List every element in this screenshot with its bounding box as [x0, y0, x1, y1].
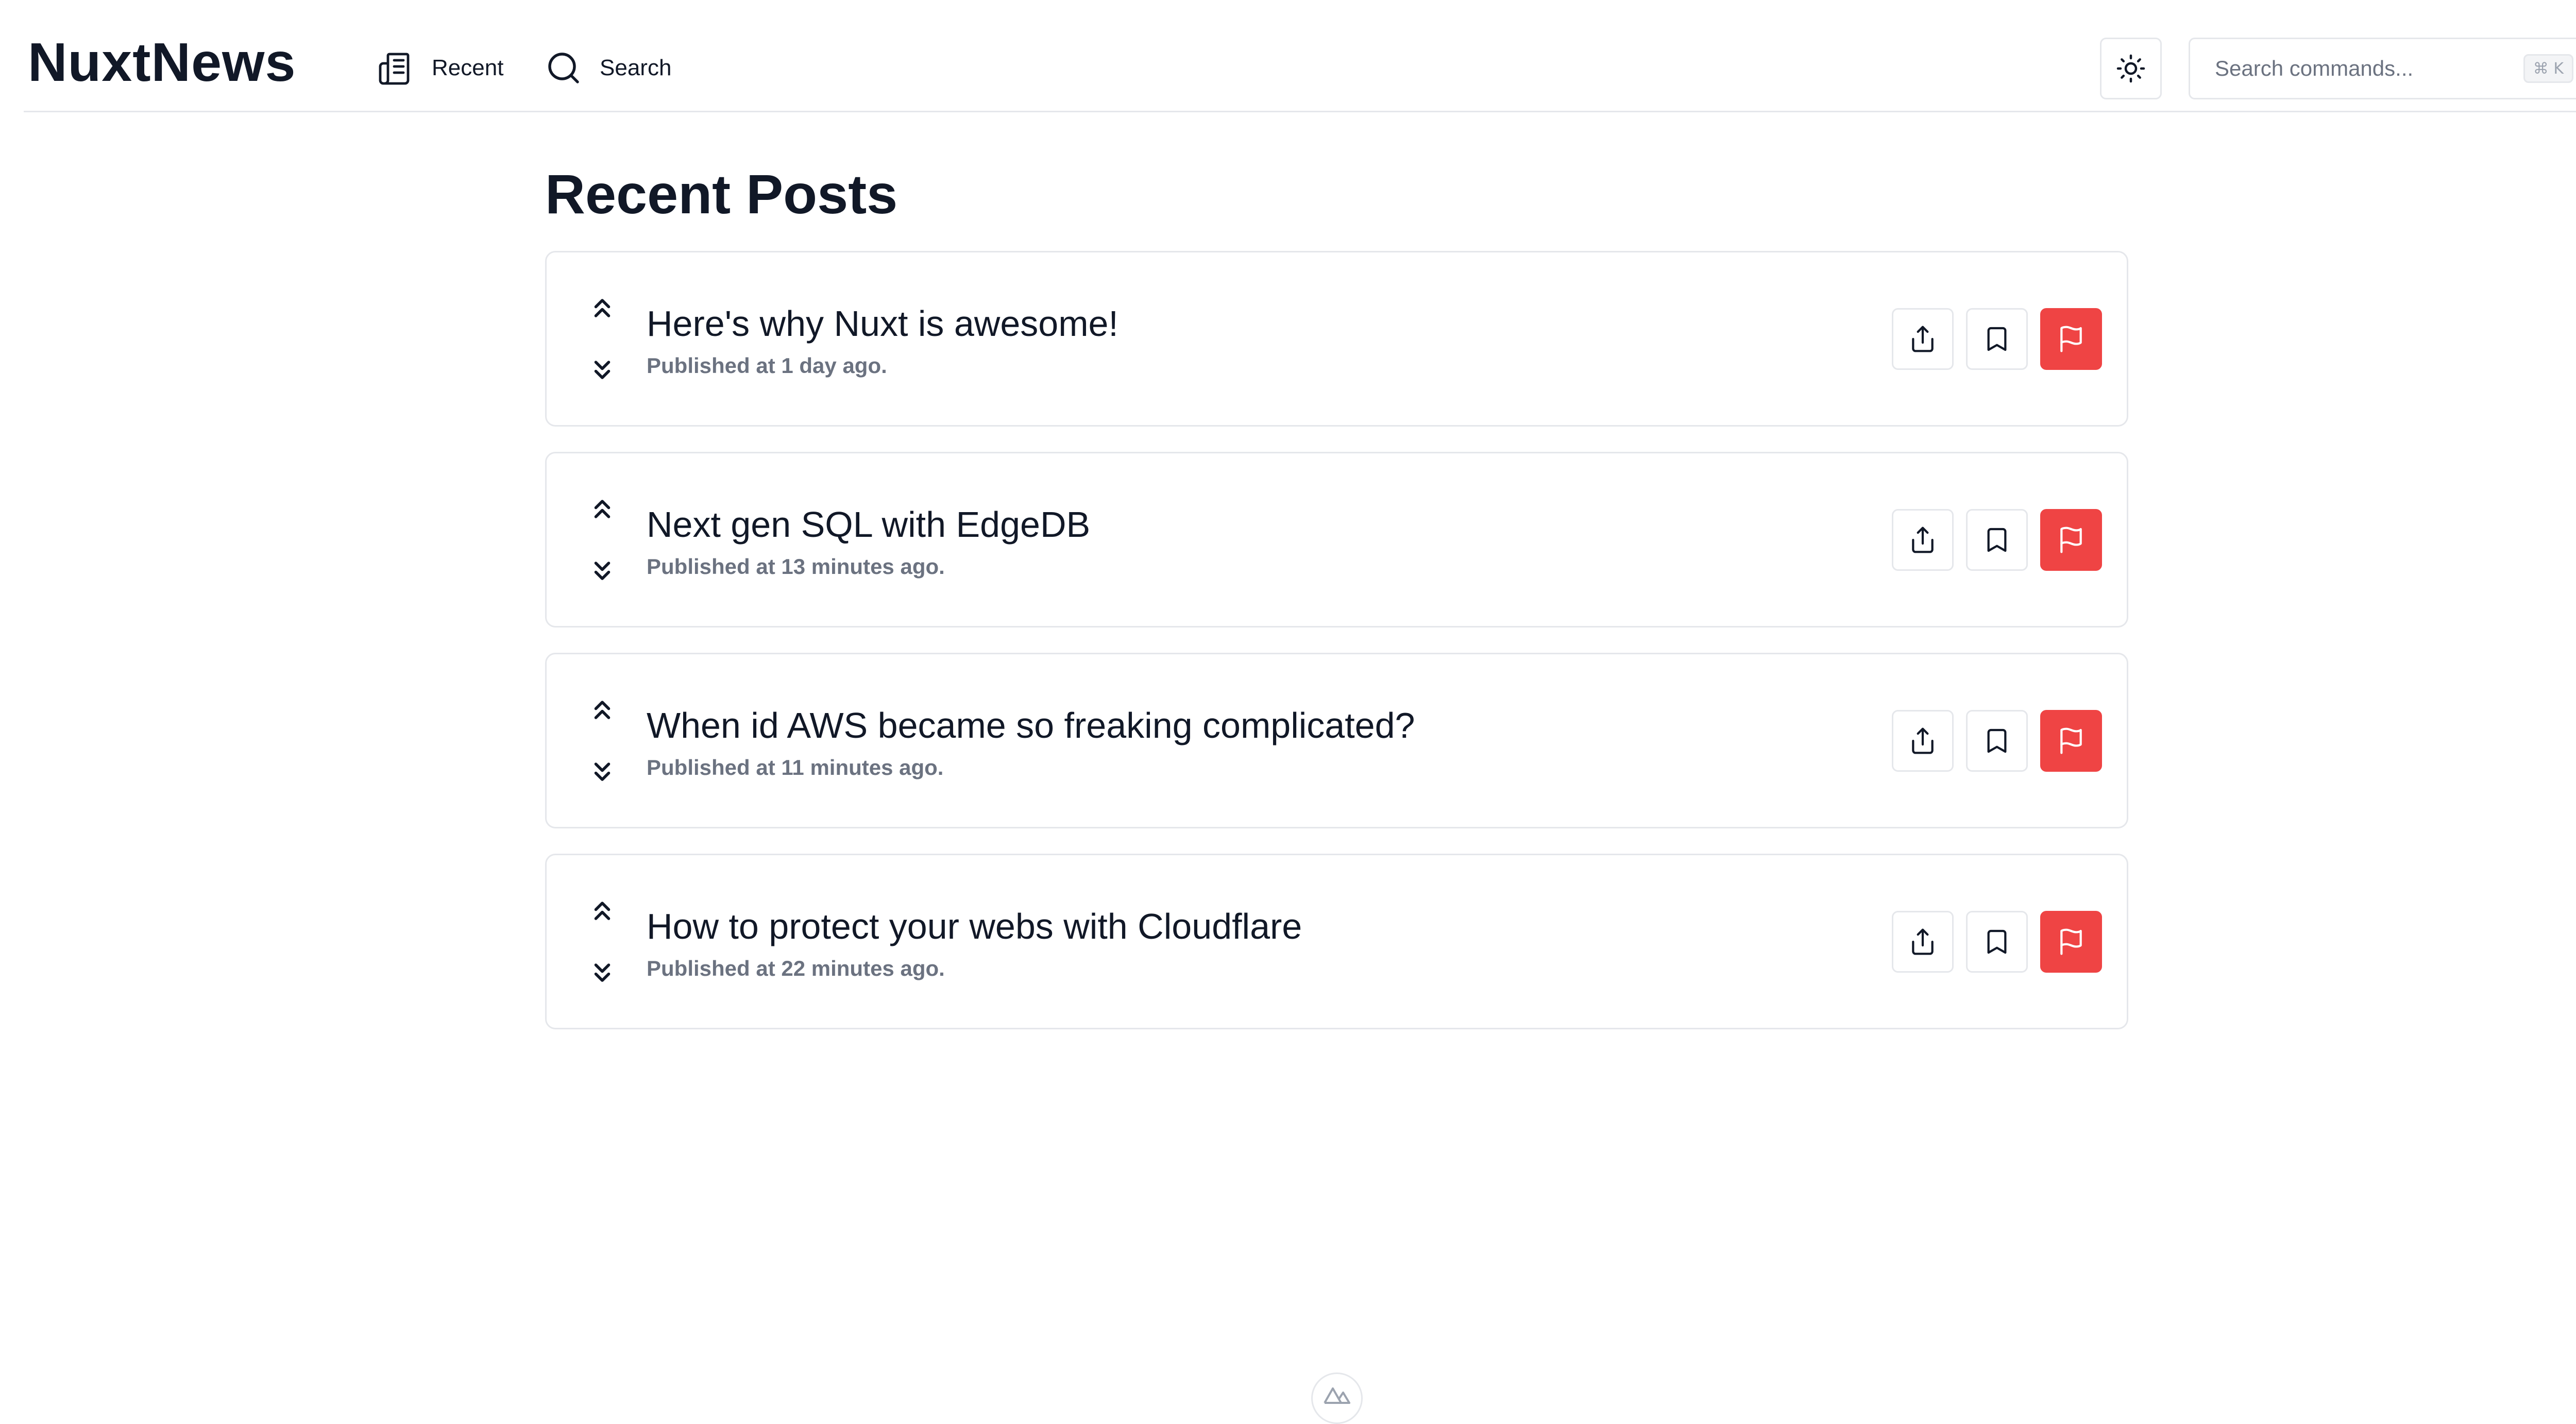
bookmark-button[interactable]	[1966, 710, 2028, 772]
chevrons-up-icon	[594, 299, 611, 317]
chevrons-down-icon	[594, 562, 611, 580]
page-title: Recent Posts	[545, 163, 898, 225]
chevrons-up-icon	[594, 902, 611, 920]
nuxt-devtools-button[interactable]	[1311, 1372, 1363, 1424]
post-published-time: Published at 13 minutes ago.	[647, 554, 945, 579]
post-published-time: Published at 1 day ago.	[647, 353, 887, 378]
share-button[interactable]	[1892, 710, 1954, 772]
flag-icon	[2060, 527, 2082, 553]
bookmark-icon	[1987, 929, 2007, 954]
command-search-placeholder: Search commands...	[2215, 56, 2414, 80]
bookmark-icon	[1987, 528, 2007, 552]
upvote-button[interactable]	[587, 494, 618, 524]
share-button[interactable]	[1892, 509, 1954, 571]
share-icon	[1912, 527, 1934, 553]
post-title[interactable]: When id AWS became so freaking complicat…	[647, 706, 1415, 745]
chevrons-up-icon	[594, 701, 611, 719]
post-card: Next gen SQL with EdgeDB Published at 13…	[545, 452, 2128, 628]
nuxt-logo-icon	[1324, 1387, 1350, 1404]
bookmark-icon	[1987, 728, 2007, 753]
downvote-button[interactable]	[587, 354, 618, 385]
brand-logo[interactable]: NuxtNews	[28, 35, 296, 90]
post-card: Here's why Nuxt is awesome! Published at…	[545, 251, 2128, 427]
shortcut-badge: ⌘ K	[2523, 54, 2573, 83]
downvote-button[interactable]	[587, 957, 618, 988]
newspaper-icon	[379, 53, 410, 85]
nav-recent-label: Recent	[432, 55, 504, 80]
post-card: How to protect your webs with Cloudflare…	[545, 854, 2128, 1029]
upvote-button[interactable]	[587, 895, 618, 926]
downvote-button[interactable]	[587, 756, 618, 787]
share-button[interactable]	[1892, 308, 1954, 370]
command-search-input[interactable]: Search commands... ⌘ K	[2189, 38, 2576, 99]
report-button[interactable]	[2040, 710, 2102, 772]
top-navbar: NuxtNews Recent Search Search commands..…	[24, 0, 2576, 112]
share-icon	[1912, 727, 1934, 754]
post-published-time: Published at 11 minutes ago.	[647, 755, 944, 779]
chevrons-up-icon	[594, 500, 611, 518]
report-button[interactable]	[2040, 308, 2102, 370]
report-button[interactable]	[2040, 911, 2102, 973]
flag-icon	[2060, 727, 2082, 754]
upvote-button[interactable]	[587, 293, 618, 324]
post-published-time: Published at 22 minutes ago.	[647, 956, 945, 980]
chevrons-down-icon	[594, 963, 611, 982]
nav-search-link[interactable]: Search	[545, 47, 671, 89]
chevrons-down-icon	[594, 762, 611, 781]
flag-icon	[2060, 928, 2082, 955]
search-icon	[548, 53, 579, 83]
post-title[interactable]: How to protect your webs with Cloudflare	[647, 907, 1302, 946]
share-button[interactable]	[1892, 911, 1954, 973]
bookmark-button[interactable]	[1966, 509, 2028, 571]
bookmark-button[interactable]	[1966, 911, 2028, 973]
downvote-button[interactable]	[587, 555, 618, 586]
sun-icon	[2116, 54, 2145, 83]
flag-icon	[2060, 326, 2082, 352]
share-icon	[1912, 326, 1934, 352]
bookmark-button[interactable]	[1966, 308, 2028, 370]
post-title[interactable]: Here's why Nuxt is awesome!	[647, 304, 1118, 344]
bookmark-icon	[1987, 327, 2007, 351]
theme-toggle-button[interactable]	[2100, 38, 2162, 99]
nav-recent-link[interactable]: Recent	[377, 47, 503, 89]
report-button[interactable]	[2040, 509, 2102, 571]
post-card: When id AWS became so freaking complicat…	[545, 653, 2128, 828]
share-icon	[1912, 928, 1934, 955]
upvote-button[interactable]	[587, 694, 618, 725]
chevrons-down-icon	[594, 361, 611, 379]
post-title[interactable]: Next gen SQL with EdgeDB	[647, 505, 1090, 545]
nav-search-label: Search	[600, 55, 672, 80]
